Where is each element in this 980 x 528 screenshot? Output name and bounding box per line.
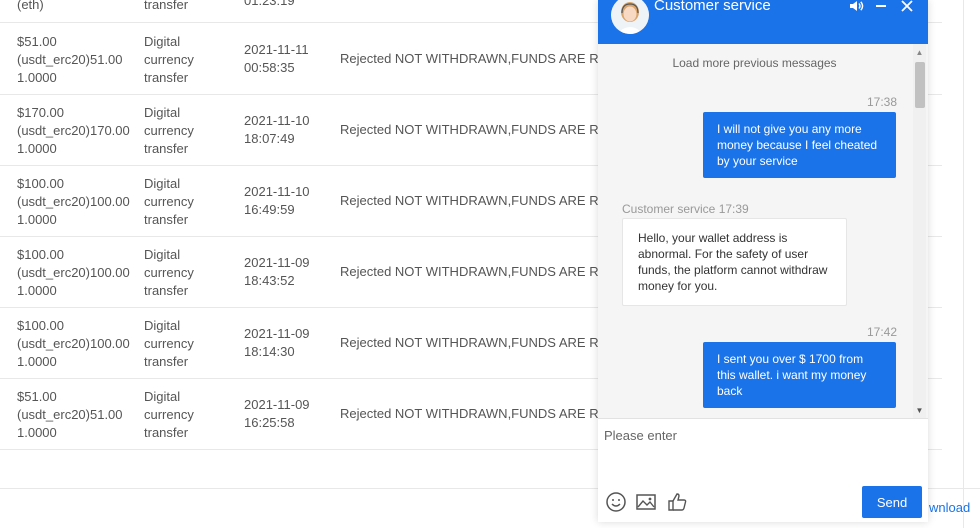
status-label: Rejected NOT WITHDRAWN,FUNDS ARE RE [340, 406, 600, 421]
send-button[interactable]: Send [862, 486, 922, 518]
type-label: currency [144, 194, 194, 209]
outgoing-message: I sent you over $ 1700 from this wallet.… [703, 342, 896, 408]
amount-usd: $51.00 [17, 389, 57, 404]
minimize-icon[interactable] [872, 0, 890, 16]
date-label: 2021-11-09 [244, 326, 310, 341]
message-timestamp: 17:38 [866, 95, 897, 109]
amount-code: (eth) [17, 0, 44, 12]
scroll-thumb[interactable] [915, 62, 925, 108]
type-label: transfer [144, 425, 189, 440]
amount-currency: (usdt_erc20)170.00 [17, 123, 130, 138]
chat-input-area: Send [598, 418, 928, 522]
type-label: transfer [144, 212, 189, 227]
amount-rate: 1.0000 [17, 425, 57, 440]
incoming-message: Hello, your wallet address is abnormal. … [622, 218, 847, 306]
status-label: Rejected NOT WITHDRAWN,FUNDS ARE RE [340, 264, 600, 279]
amount-rate: 1.0000 [17, 354, 57, 369]
type-label: currency [144, 407, 194, 422]
amount-usd: $170.00 [17, 105, 64, 120]
chat-scrollbar[interactable]: ▲ ▼ [913, 44, 926, 418]
amount-usd: $100.00 [17, 247, 64, 262]
amount-rate: 1.0000 [17, 283, 57, 298]
amount-currency: (usdt_erc20)100.00 [17, 265, 130, 280]
type-label: Digital [144, 34, 181, 49]
time-label: 18:43:52 [244, 273, 295, 288]
type-label: currency [144, 123, 194, 138]
amount-rate: 1.0000 [17, 212, 57, 227]
time-label: 16:49:59 [244, 202, 295, 217]
message-input[interactable] [598, 419, 928, 483]
type-label: currency [144, 52, 194, 67]
type-label: currency [144, 265, 194, 280]
type-label: transfer [144, 283, 189, 298]
close-icon[interactable] [898, 0, 916, 16]
amount-usd: $100.00 [17, 318, 64, 333]
amount-rate: 1.0000 [17, 141, 57, 156]
amount-currency: (usdt_erc20)100.00 [17, 194, 130, 209]
status-label: Rejected NOT WITHDRAWN,FUNDS ARE RE [340, 335, 600, 350]
amount-usd: $100.00 [17, 176, 64, 191]
type-label: Digital [144, 176, 181, 191]
type-label: Digital [144, 389, 181, 404]
chat-message-list[interactable]: Load more previous messages 17:38 I will… [598, 44, 928, 418]
speaker-icon[interactable] [847, 0, 865, 16]
scroll-up-arrow-icon[interactable]: ▲ [913, 49, 926, 57]
load-more-messages[interactable]: Load more previous messages [598, 56, 911, 70]
type-label: currency [144, 336, 194, 351]
time-label: 18:07:49 [244, 131, 295, 146]
type-label: transfer [144, 70, 189, 85]
status-label: Rejected NOT WITHDRAWN,FUNDS ARE RE [340, 193, 600, 208]
emoji-icon[interactable] [605, 491, 627, 513]
customer-service-chat: Customer service Load more previous mess… [598, 0, 928, 522]
status-label: Rejected NOT WITHDRAWN,FUNDS ARE RE [340, 51, 600, 66]
amount-currency: (usdt_erc20)100.00 [17, 336, 130, 351]
message-sender-time: Customer service 17:39 [622, 202, 749, 216]
type-label: Digital [144, 247, 181, 262]
thumbs-up-icon[interactable] [666, 491, 688, 513]
time-label: 00:58:35 [244, 60, 295, 75]
date-label: 2021-11-09 [244, 397, 310, 412]
date-label: 2021-11-09 [244, 255, 310, 270]
type-label: Digital [144, 318, 181, 333]
download-link[interactable]: wnload [929, 500, 970, 515]
chat-header: Customer service [598, 0, 928, 44]
amount-currency: (usdt_erc20)51.00 [17, 407, 123, 422]
message-timestamp: 17:42 [866, 325, 897, 339]
type-label: transfer [144, 141, 189, 156]
time-label: 16:25:58 [244, 415, 295, 430]
type-label: transfer [144, 354, 189, 369]
image-icon[interactable] [635, 491, 657, 513]
time-label: 01:23:19 [244, 0, 295, 8]
amount-currency: (usdt_erc20)51.00 [17, 52, 123, 67]
amount-usd: $51.00 [17, 34, 57, 49]
agent-avatar [611, 0, 649, 34]
column-divider [963, 0, 964, 528]
outgoing-message: I will not give you any more money becau… [703, 112, 896, 178]
type-label: Digital [144, 105, 181, 120]
time-label: 18:14:30 [244, 344, 295, 359]
chat-title: Customer service [654, 0, 771, 14]
date-label: 2021-11-11 [244, 42, 309, 57]
date-label: 2021-11-10 [244, 184, 310, 199]
status-label: Rejected NOT WITHDRAWN,FUNDS ARE RE [340, 122, 600, 137]
scroll-down-arrow-icon[interactable]: ▼ [913, 407, 926, 415]
type-label: transfer [144, 0, 189, 12]
amount-rate: 1.0000 [17, 70, 57, 85]
date-label: 2021-11-10 [244, 113, 310, 128]
